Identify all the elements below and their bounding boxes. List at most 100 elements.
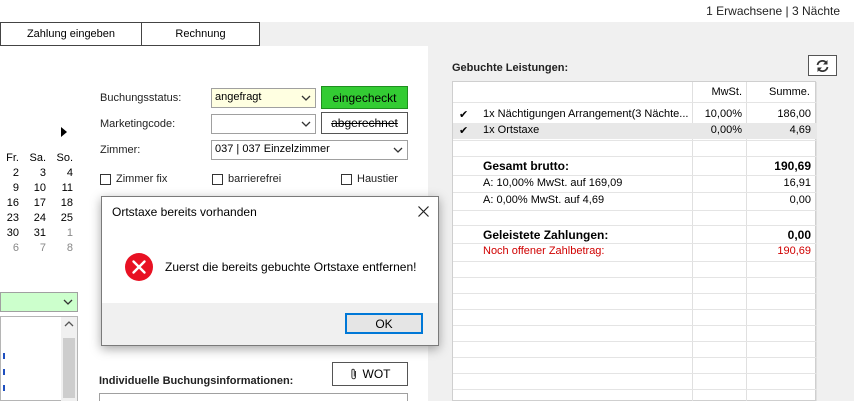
room-select[interactable]: 037 | 037 Einzelzimmer xyxy=(211,140,408,160)
dialog-message: Zuerst die bereits gebuchte Ortstaxe ent… xyxy=(165,260,417,274)
check-icon: ✔ xyxy=(459,125,469,137)
check-icon: ✔ xyxy=(459,109,469,121)
paperclip-icon xyxy=(350,368,356,380)
pet-label: Haustier xyxy=(357,173,398,185)
option-room-fixed[interactable]: Zimmer fix xyxy=(100,173,167,185)
booking-status-select[interactable]: angefragt xyxy=(211,88,316,108)
total-label: Gesamt brutto: xyxy=(483,159,570,173)
guest-list[interactable] xyxy=(0,316,78,401)
dialog-footer: OK xyxy=(102,303,438,345)
tax-row: A: 0,00% MwSt. auf 4,69 0,00 xyxy=(453,194,817,210)
calendar-day[interactable]: 10 xyxy=(19,182,46,197)
table-row[interactable]: ✔ 1x Nächtigungen Arrangement(3 Nächte..… xyxy=(453,108,817,124)
tax-row: A: 10,00% MwSt. auf 169,09 16,91 xyxy=(453,177,817,193)
calendar-header-so: So. xyxy=(56,152,73,164)
open-amount-label: Noch offener Zahlbetrag: xyxy=(483,245,605,257)
calendar-day[interactable]: 2 xyxy=(0,167,19,182)
calendar-day[interactable]: 18 xyxy=(46,197,73,212)
wot-button[interactable]: WOT xyxy=(332,362,408,386)
calendar-day[interactable]: 16 xyxy=(0,197,19,212)
room-label: Zimmer: xyxy=(100,144,141,156)
paid-row: Geleistete Zahlungen: 0,00 xyxy=(453,228,817,244)
service-name: 1x Nächtigungen Arrangement(3 Nächte... xyxy=(483,108,689,120)
service-vat: 10,00% xyxy=(704,108,742,120)
calendar-header-fr: Fr. xyxy=(6,152,19,164)
individual-info-label: Individuelle Buchungsinformationen: xyxy=(99,375,294,387)
list-scrollbar[interactable] xyxy=(61,317,77,401)
wot-button-label: WOT xyxy=(362,367,391,381)
column-header-sum: Summe. xyxy=(769,86,810,98)
room-value: 037 | 037 Einzelzimmer xyxy=(215,143,330,155)
barrier-free-label: barrierefrei xyxy=(228,173,282,185)
open-amount-value: 190,69 xyxy=(777,245,811,257)
error-dialog: Ortstaxe bereits vorhanden Zuerst die be… xyxy=(101,196,439,346)
paid-value: 0,00 xyxy=(787,228,811,242)
calendar-day[interactable]: 1 xyxy=(46,227,73,242)
calendar-day[interactable]: 30 xyxy=(0,227,19,242)
chevron-down-icon xyxy=(393,147,403,153)
chevron-down-icon xyxy=(301,95,311,101)
category-select[interactable] xyxy=(0,292,78,312)
calendar-header-sa: Sa. xyxy=(29,152,46,164)
dialog-title: Ortstaxe bereits vorhanden xyxy=(112,205,257,219)
tab-zahlung-eingeben[interactable]: Zahlung eingeben xyxy=(0,22,142,46)
individual-info-textarea[interactable] xyxy=(99,393,408,401)
scroll-up-icon[interactable] xyxy=(61,317,77,331)
tax-value: 0,00 xyxy=(789,194,811,206)
calendar-day[interactable]: 17 xyxy=(19,197,46,212)
checked-in-button[interactable]: eingecheckt xyxy=(321,86,408,109)
calendar-day[interactable]: 9 xyxy=(0,182,19,197)
tab-bar: Zahlung eingeben Rechnung xyxy=(0,22,260,46)
calendar-day[interactable]: 23 xyxy=(0,212,19,227)
dialog-close-button[interactable] xyxy=(412,201,434,221)
ok-button[interactable]: OK xyxy=(345,313,423,334)
calendar: Fr. Sa. So. 234 9 10 11 16 17 18 23 24 25 30 31… xyxy=(0,152,73,257)
calendar-next-icon[interactable] xyxy=(60,126,70,137)
services-title: Gebuchte Leistungen: xyxy=(452,62,569,74)
scroll-thumb[interactable] xyxy=(63,338,75,398)
calendar-day[interactable]: 3 xyxy=(19,167,46,182)
calendar-day[interactable]: 8 xyxy=(46,242,73,257)
calendar-day[interactable]: 7 xyxy=(19,242,46,257)
refresh-button[interactable] xyxy=(808,55,837,76)
service-vat: 0,00% xyxy=(710,124,742,136)
calendar-day[interactable]: 24 xyxy=(19,212,46,227)
refresh-icon xyxy=(816,59,829,72)
barrier-free-checkbox[interactable] xyxy=(212,173,223,185)
total-value: 190,69 xyxy=(774,159,811,173)
pet-checkbox[interactable] xyxy=(341,173,352,185)
error-icon xyxy=(124,252,154,282)
guest-info: 1 Erwachsene | 3 Nächte xyxy=(706,4,840,18)
tab-rechnung[interactable]: Rechnung xyxy=(142,22,260,46)
calendar-day[interactable]: 31 xyxy=(19,227,46,242)
option-pet[interactable]: Haustier xyxy=(341,173,398,185)
close-icon xyxy=(417,205,429,217)
calendar-day[interactable]: 4 xyxy=(46,167,73,182)
calendar-day[interactable]: 25 xyxy=(46,212,73,227)
marketing-code-select[interactable] xyxy=(211,114,316,134)
column-header-vat: MwSt. xyxy=(711,86,742,98)
booking-status-label: Buchungsstatus: xyxy=(100,92,182,104)
calendar-day[interactable]: 6 xyxy=(0,242,19,257)
top-bar: 1 Erwachsene | 3 Nächte xyxy=(0,0,854,22)
tax-label: A: 10,00% MwSt. auf 169,09 xyxy=(483,177,623,189)
total-row: Gesamt brutto: 190,69 xyxy=(453,159,817,175)
table-row[interactable]: ✔ 1x Ortstaxe 0,00% 4,69 xyxy=(453,123,817,139)
chevron-down-icon xyxy=(301,121,311,127)
service-name: 1x Ortstaxe xyxy=(483,124,540,136)
calendar-day[interactable]: 11 xyxy=(46,182,73,197)
booking-status-value: angefragt xyxy=(215,91,262,103)
room-fixed-checkbox[interactable] xyxy=(100,173,111,185)
service-sum: 4,69 xyxy=(789,124,811,136)
settled-button-label: abgerechnet xyxy=(331,116,398,130)
open-amount-row: Noch offener Zahlbetrag: 190,69 xyxy=(453,245,817,261)
option-barrier-free[interactable]: barrierefrei xyxy=(212,173,281,185)
tax-value: 16,91 xyxy=(783,177,811,189)
room-fixed-label: Zimmer fix xyxy=(116,173,168,185)
paid-label: Geleistete Zahlungen: xyxy=(483,228,609,242)
chevron-down-icon xyxy=(63,299,73,305)
settled-button[interactable]: abgerechnet xyxy=(321,112,408,134)
service-sum: 186,00 xyxy=(777,108,811,120)
tax-label: A: 0,00% MwSt. auf 4,69 xyxy=(483,194,605,206)
services-table: MwSt. Summe. ✔ 1x Nächtigungen Arrangeme… xyxy=(452,81,817,401)
